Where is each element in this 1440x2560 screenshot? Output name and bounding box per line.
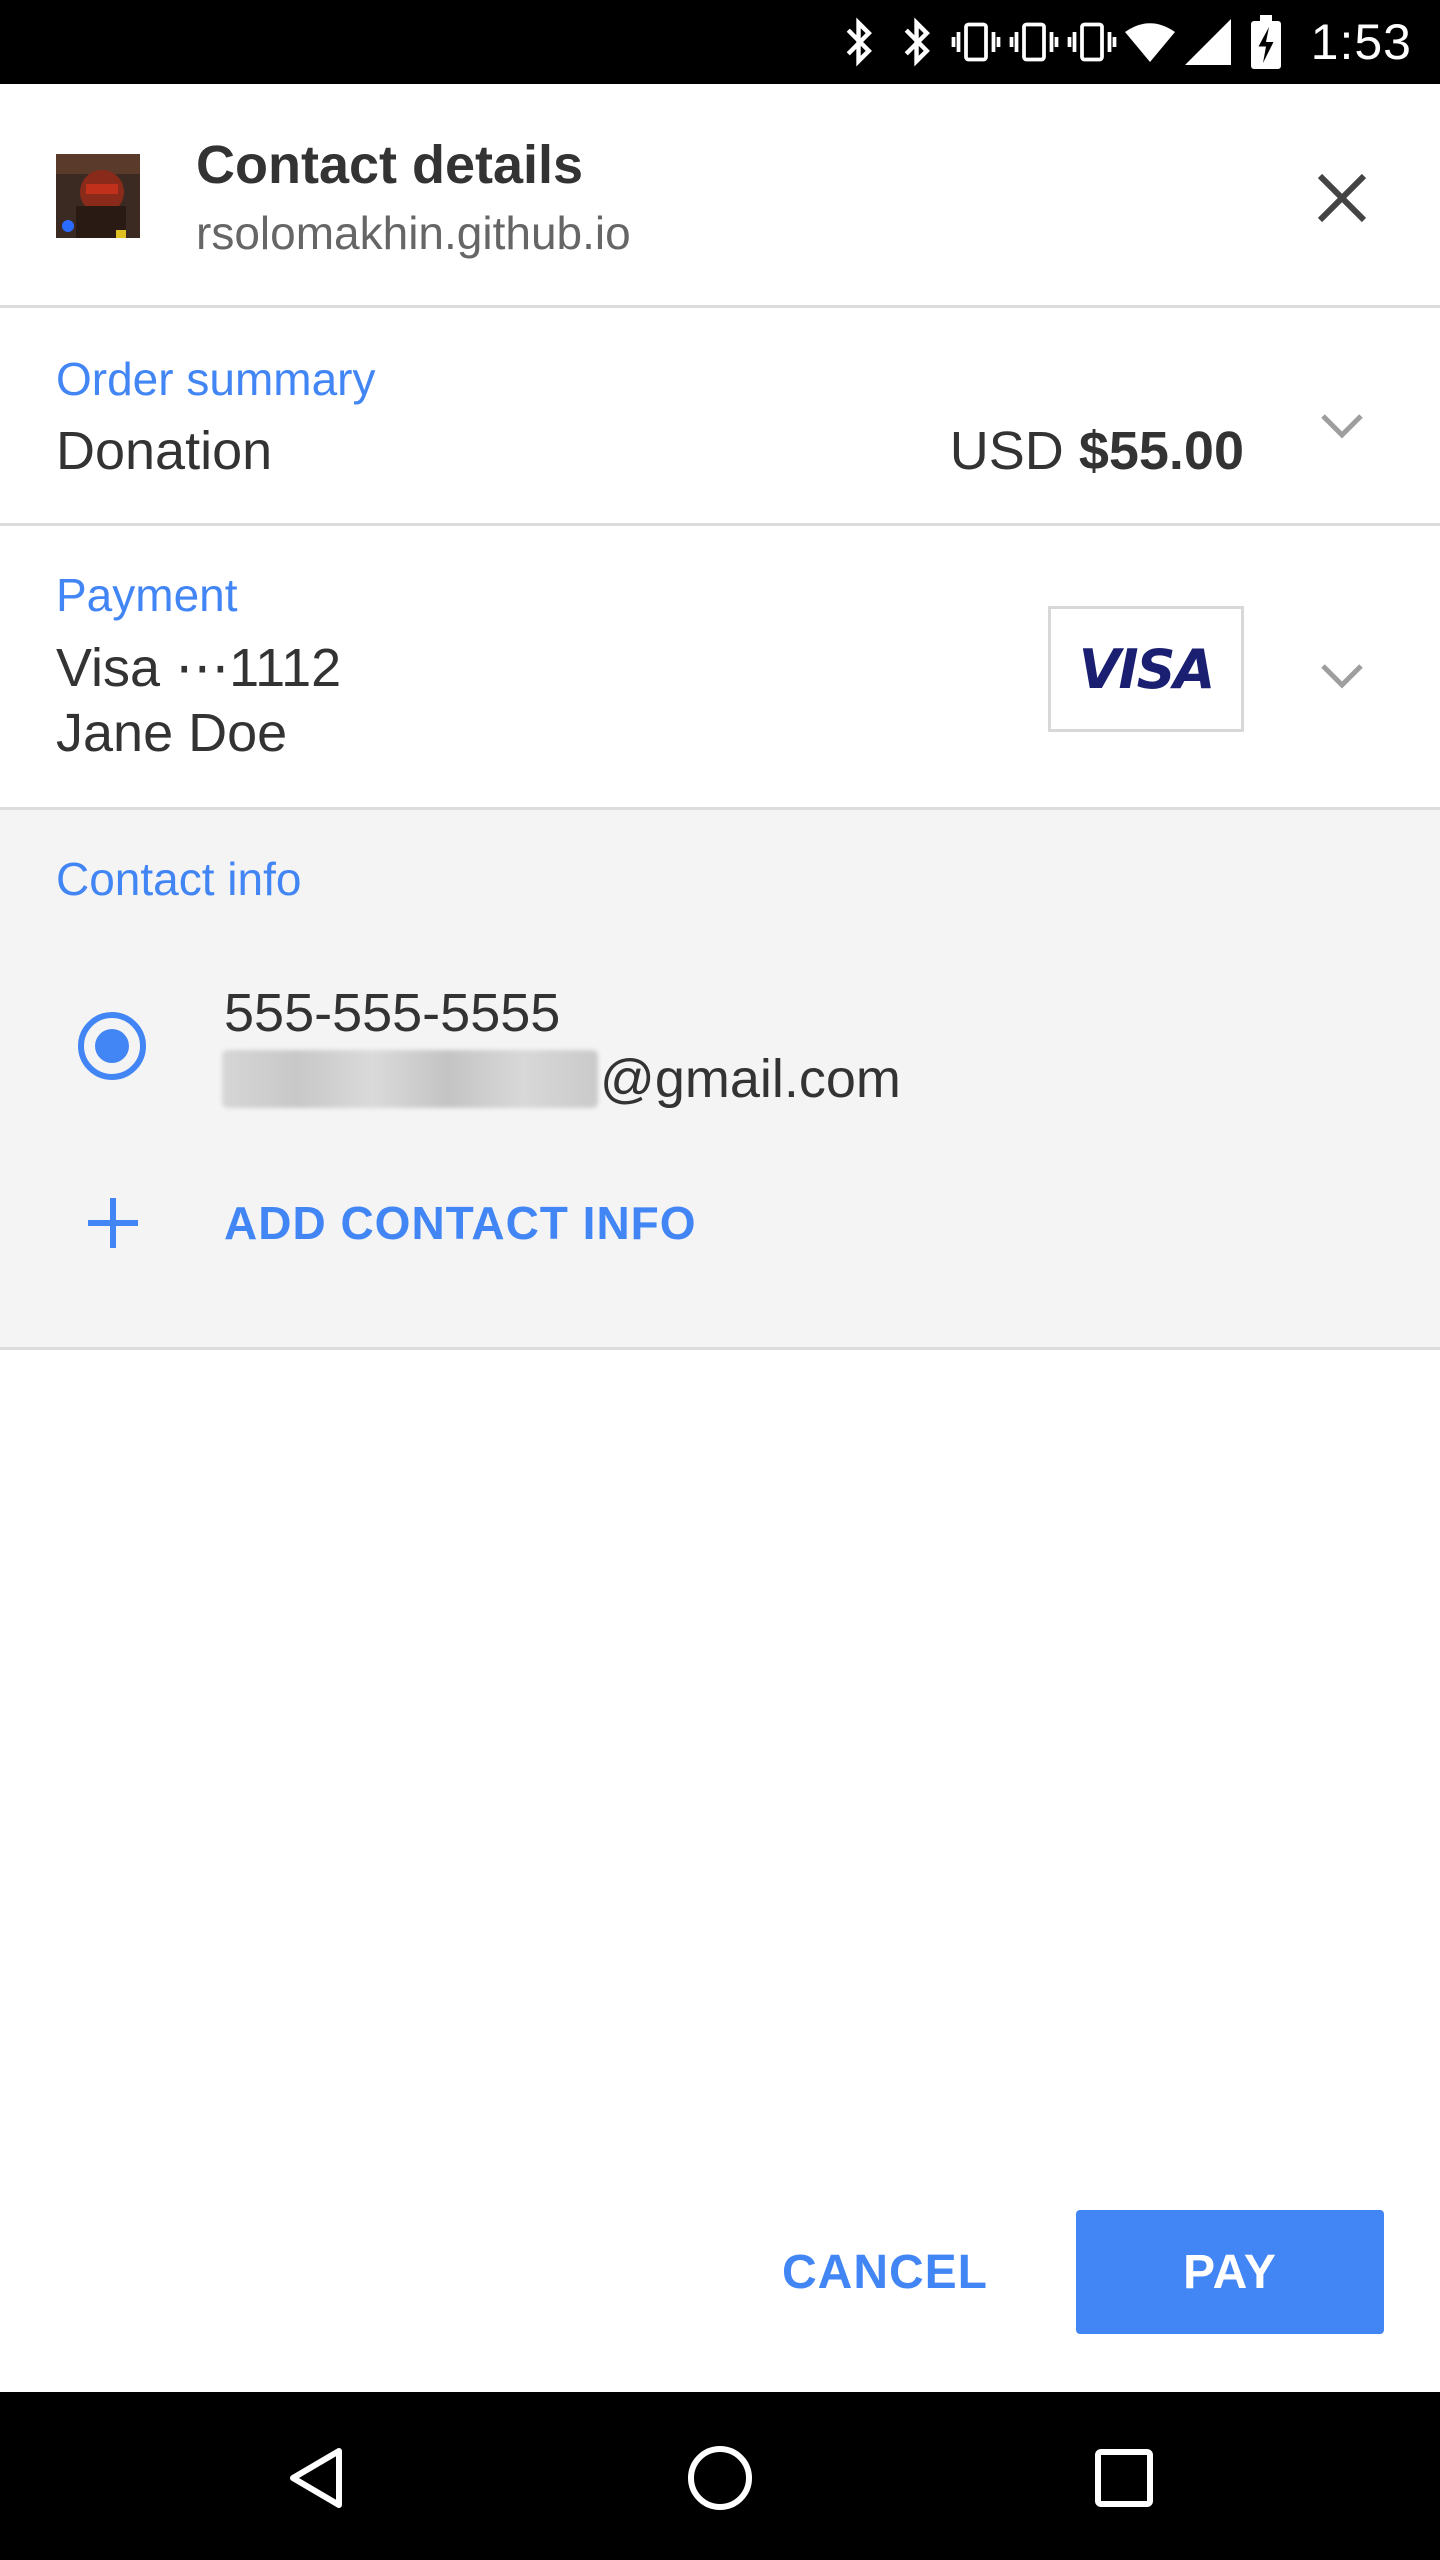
- payment-sheet-header: Contact details rsolomakhin.github.io: [0, 84, 1440, 308]
- status-bar: 1:53: [0, 0, 1440, 84]
- chevron-down-icon[interactable]: [1306, 390, 1378, 462]
- wifi-icon: [1124, 14, 1175, 70]
- redacted-email-user: [222, 1050, 598, 1108]
- chevron-down-icon[interactable]: [1306, 640, 1378, 712]
- order-item: Donation: [56, 421, 273, 481]
- status-time: 1:53: [1310, 14, 1412, 70]
- order-summary-label: Order summary: [56, 353, 376, 405]
- site-favicon: [56, 154, 140, 238]
- vibrate-icon: [1009, 14, 1059, 70]
- add-contact-info-button[interactable]: ADD CONTACT INFO: [224, 1196, 697, 1250]
- total-amount: $55.00: [1078, 421, 1244, 481]
- bluetooth-icon: [835, 14, 885, 70]
- back-icon[interactable]: [274, 2436, 358, 2520]
- battery-charging-icon: [1241, 14, 1291, 70]
- contact-radio-button[interactable]: [76, 1010, 148, 1082]
- plus-icon[interactable]: [80, 1190, 146, 1256]
- visa-logo: VISA: [1048, 606, 1244, 732]
- contact-email-domain: @gmail.com: [600, 1049, 901, 1109]
- cell-signal-icon: [1183, 14, 1233, 70]
- contact-info-label: Contact info: [56, 853, 302, 905]
- home-icon[interactable]: [678, 2436, 762, 2520]
- page-title: Contact details: [196, 135, 584, 195]
- vibrate-icon: [951, 14, 1001, 70]
- contact-info-section: Contact info 555-555-5555 @gmail.com ADD…: [0, 810, 1440, 1350]
- close-button[interactable]: [1300, 156, 1384, 240]
- pay-button[interactable]: PAY: [1076, 2210, 1384, 2334]
- navigation-bar: [0, 2392, 1440, 2560]
- recents-icon[interactable]: [1082, 2436, 1166, 2520]
- payment-cardholder: Jane Doe: [56, 703, 288, 763]
- cancel-button[interactable]: CANCEL: [760, 2210, 1010, 2334]
- payment-card: Visa ⋯1112: [56, 638, 342, 698]
- order-summary-section[interactable]: Order summary Donation USD $55.00: [0, 308, 1440, 526]
- contact-email[interactable]: @gmail.com: [222, 1048, 901, 1110]
- status-icons: 1:53: [827, 0, 1412, 84]
- currency-code: USD: [949, 421, 1064, 481]
- close-icon: [1317, 173, 1367, 223]
- order-total: USD $55.00: [950, 420, 1244, 482]
- contact-phone[interactable]: 555-555-5555: [224, 982, 560, 1044]
- payment-section[interactable]: Payment Visa ⋯1112 Jane Doe VISA: [0, 526, 1440, 810]
- site-origin: rsolomakhin.github.io: [196, 207, 631, 259]
- vibrate-icon: [1067, 14, 1117, 70]
- card-brand: VISA: [1078, 637, 1216, 701]
- payment-label: Payment: [56, 569, 238, 621]
- bluetooth-icon: [893, 14, 943, 70]
